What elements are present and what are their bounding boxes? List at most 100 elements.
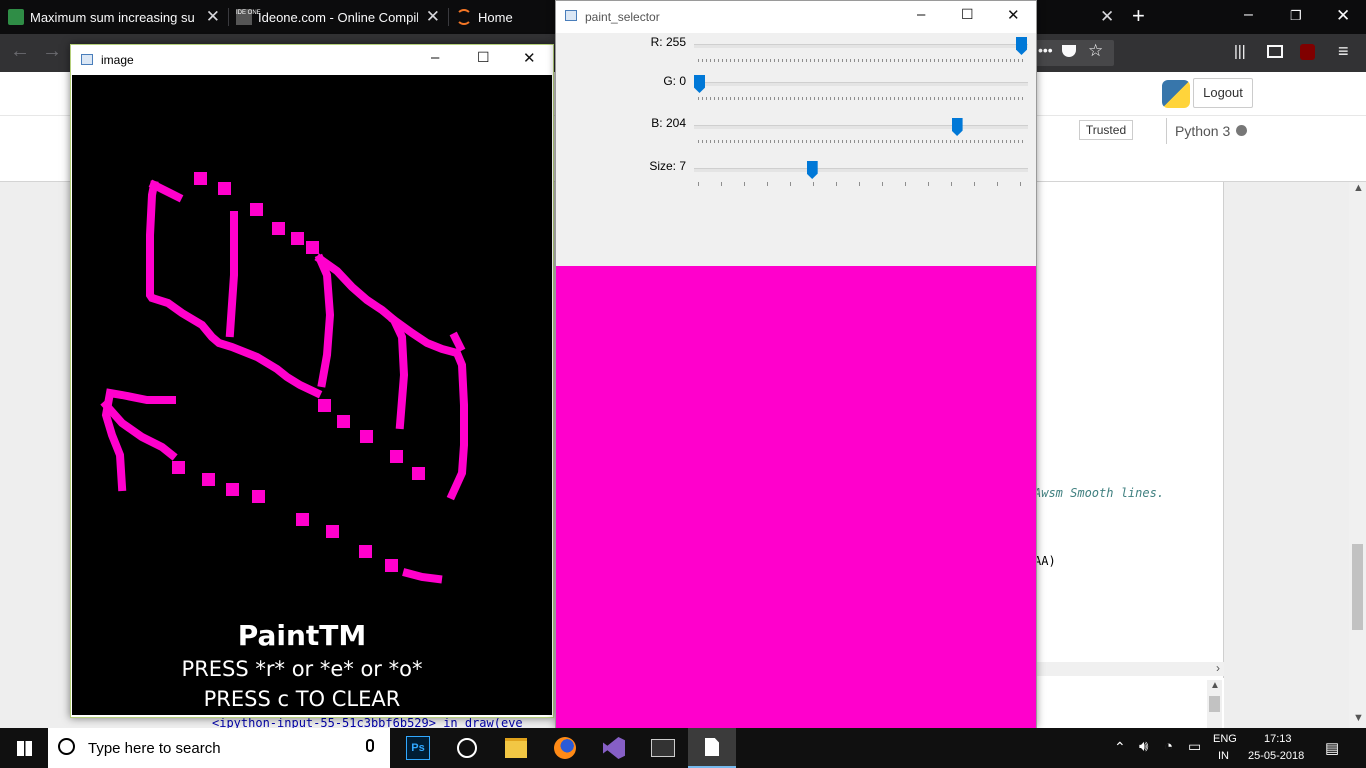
- action-keyboard-icon[interactable]: ▭: [1188, 738, 1201, 755]
- clock-time[interactable]: 17:13: [1264, 733, 1292, 745]
- taskbar-search[interactable]: Type here to search: [48, 728, 390, 768]
- stroke-vertical-2: [314, 253, 335, 388]
- hamburger-menu-icon[interactable]: ≡: [1338, 41, 1349, 62]
- close-tab-icon[interactable]: ✕: [206, 7, 220, 27]
- color-preview-swatch: [556, 266, 1036, 729]
- region-indicator[interactable]: IN: [1218, 750, 1229, 762]
- brush-strokes: [100, 179, 468, 584]
- document-icon: [705, 738, 719, 756]
- paint-dot: [337, 415, 350, 428]
- notifications-icon[interactable]: ▤: [1325, 739, 1339, 757]
- minimize-icon[interactable]: –: [431, 49, 439, 66]
- scroll-right-icon[interactable]: ›: [1216, 661, 1220, 675]
- paint-selector-window: paint_selector – ☐ ✕ R: 255 G: 0 B: 204 …: [555, 0, 1037, 729]
- scroll-thumb[interactable]: [1209, 696, 1220, 712]
- python-app-taskbar-icon[interactable]: [639, 728, 687, 768]
- volume-icon[interactable]: 🔊︎: [1139, 738, 1148, 755]
- scroll-down-icon[interactable]: ▼: [1353, 712, 1364, 724]
- code-fragment: AA): [1034, 554, 1056, 568]
- image-window-titlebar[interactable]: image – ☐ ✕: [71, 45, 553, 75]
- paint-dot: [194, 172, 207, 185]
- minimize-browser-icon[interactable]: –: [1244, 6, 1253, 24]
- bookmark-star-icon[interactable]: ☆: [1088, 41, 1103, 61]
- show-hidden-icons[interactable]: ⌃: [1114, 739, 1126, 756]
- more-actions-icon[interactable]: •••: [1038, 42, 1053, 58]
- maximize-icon[interactable]: ☐: [961, 6, 974, 23]
- restore-browser-icon[interactable]: ❐: [1290, 8, 1302, 24]
- forward-icon[interactable]: →: [42, 40, 62, 63]
- scroll-up-icon[interactable]: ▲: [1210, 680, 1220, 691]
- firefox-taskbar-icon[interactable]: [541, 728, 589, 768]
- firefox-icon: [554, 737, 576, 759]
- browser-tab-home[interactable]: Home: [448, 0, 558, 34]
- image-window-title: image: [101, 53, 134, 67]
- folder-icon: [505, 738, 527, 758]
- slider-thumb-r[interactable]: [1016, 37, 1027, 55]
- slider-track-b[interactable]: [694, 125, 1028, 129]
- document-taskbar-icon[interactable]: [688, 728, 736, 768]
- paint-dot: [272, 222, 285, 235]
- alarm-clock-taskbar-icon[interactable]: [443, 728, 491, 768]
- microphone-icon[interactable]: [366, 739, 374, 752]
- page-scrollbar[interactable]: ▲ ▼: [1349, 182, 1366, 728]
- windows-taskbar: Type here to search Ps ⌃ 🔊︎ ◔ ▭ ENG IN 1…: [0, 728, 1366, 768]
- ublock-origin-icon[interactable]: [1300, 44, 1315, 60]
- stroke-arrow-head: [101, 388, 176, 492]
- url-bar[interactable]: ••• ☆: [1034, 40, 1114, 66]
- slider-label-b: B: 204: [651, 116, 686, 130]
- windows-logo-icon: [17, 741, 32, 756]
- slider-track-g[interactable]: [694, 82, 1028, 86]
- window-app-icon: [565, 10, 577, 21]
- stroke-arrow-tail: [402, 568, 443, 584]
- kernel-name: Python 3: [1166, 118, 1230, 144]
- close-icon[interactable]: ✕: [1007, 6, 1020, 24]
- start-button[interactable]: [0, 728, 48, 768]
- drawing-canvas[interactable]: PaintTM PRESS *r* or *e* or *o* PRESS c …: [72, 75, 552, 715]
- slider-label-g: G: 0: [663, 74, 686, 88]
- scroll-thumb[interactable]: [1352, 544, 1363, 630]
- new-tab-icon[interactable]: +: [1132, 3, 1145, 29]
- paint-dot: [390, 450, 403, 463]
- visual-studio-taskbar-icon[interactable]: [590, 728, 638, 768]
- clock-date[interactable]: 25-05-2018: [1248, 750, 1304, 762]
- trusted-indicator[interactable]: Trusted: [1079, 120, 1133, 140]
- scroll-up-icon[interactable]: ▲: [1353, 182, 1364, 194]
- pocket-icon[interactable]: [1062, 45, 1076, 57]
- search-placeholder: Type here to search: [88, 740, 221, 757]
- stroke-vertical-1: [225, 211, 238, 338]
- slider-ticks-r: [698, 59, 1024, 62]
- photoshop-taskbar-icon[interactable]: Ps: [394, 728, 442, 768]
- slider-thumb-g[interactable]: [694, 75, 705, 93]
- paint-dot: [360, 430, 373, 443]
- photoshop-icon: Ps: [406, 736, 430, 760]
- close-icon[interactable]: ✕: [523, 49, 536, 67]
- image-window: image – ☐ ✕ PaintTM PRESS *r* or *e* or …: [70, 44, 554, 718]
- minimize-icon[interactable]: –: [917, 6, 925, 23]
- output-scrollbar[interactable]: ▲: [1207, 680, 1222, 728]
- slider-track-r[interactable]: [694, 44, 1028, 48]
- sidebar-icon[interactable]: [1267, 45, 1283, 58]
- library-icon[interactable]: |||: [1234, 43, 1246, 60]
- back-icon[interactable]: ←: [10, 40, 30, 63]
- stroke-corner: [449, 331, 466, 353]
- file-explorer-taskbar-icon[interactable]: [492, 728, 540, 768]
- search-icon: [58, 738, 75, 755]
- wifi-icon[interactable]: ◔: [1164, 738, 1173, 755]
- slider-label-size: Size: 7: [649, 159, 686, 173]
- close-tab-icon[interactable]: ✕: [426, 7, 440, 27]
- close-browser-icon[interactable]: ✕: [1336, 6, 1350, 26]
- browser-tab-geeksforgeeks[interactable]: Maximum sum increasing subs ✕: [0, 0, 228, 34]
- maximize-icon[interactable]: ☐: [477, 49, 490, 66]
- slider-ticks-size: [698, 182, 1024, 186]
- paint-dot: [252, 490, 265, 503]
- browser-tab-ideone[interactable]: IDE ONE Ideone.com - Online Compiler ✕: [228, 0, 448, 34]
- paint-selector-titlebar[interactable]: paint_selector – ☐ ✕: [556, 1, 1036, 33]
- language-indicator[interactable]: ENG: [1213, 733, 1237, 745]
- alarm-clock-icon: [457, 738, 477, 758]
- paint-dot: [385, 559, 398, 572]
- slider-thumb-b[interactable]: [951, 118, 963, 136]
- logout-button[interactable]: Logout: [1193, 78, 1253, 108]
- slider-track-size[interactable]: [694, 168, 1028, 172]
- close-tab-icon[interactable]: ✕: [1100, 7, 1114, 27]
- slider-thumb-size[interactable]: [806, 161, 818, 179]
